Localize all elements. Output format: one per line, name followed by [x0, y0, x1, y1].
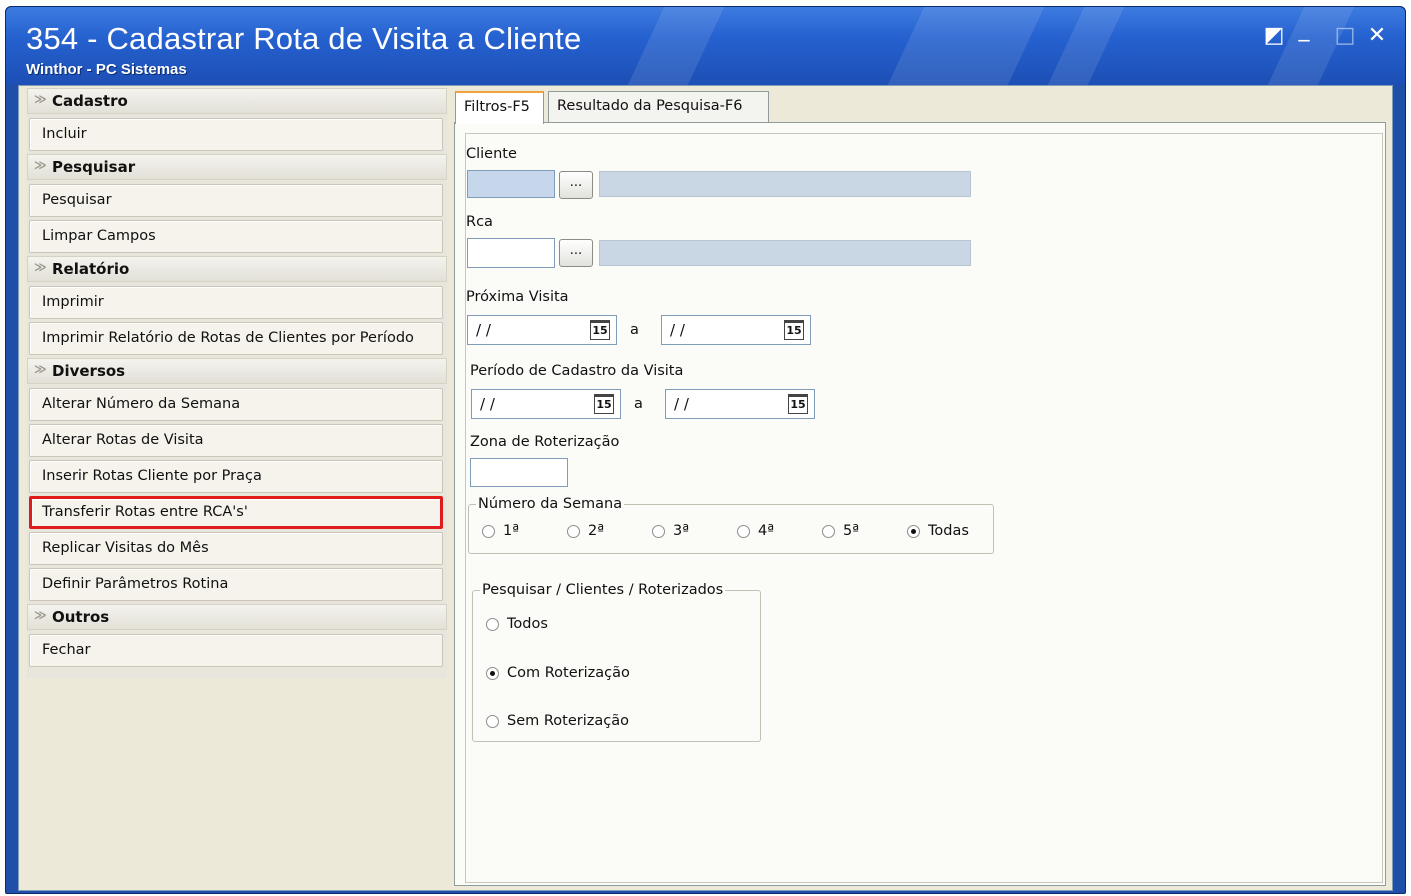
- group-header-outros[interactable]: ≫ Outros: [27, 604, 447, 630]
- radio-icon: [567, 524, 580, 538]
- chevron-up-icon: ≫: [34, 362, 47, 376]
- pesquisar-option-com-roterizacao[interactable]: Com Roterização: [486, 665, 630, 681]
- radio-checked-icon: [907, 524, 920, 538]
- group-header-cadastro[interactable]: ≫ Cadastro: [27, 88, 447, 114]
- chevron-up-icon: ≫: [34, 608, 47, 622]
- calendar-icon[interactable]: 15: [594, 394, 614, 414]
- app-window: 354 - Cadastrar Rota de Visita a Cliente…: [5, 6, 1406, 894]
- periodo-cadastro-label: Período de Cadastro da Visita: [470, 363, 684, 379]
- semana-option-todas[interactable]: Todas: [907, 523, 969, 539]
- semana-option-4[interactable]: 4ª: [737, 523, 774, 539]
- radio-checked-icon: [486, 666, 499, 680]
- periodo-cadastro-from-input[interactable]: / / 15: [471, 389, 621, 419]
- sidebar-item-imprimir-relatorio[interactable]: Imprimir Relatório de Rotas de Clientes …: [29, 322, 443, 355]
- maximize-icon[interactable]: □: [1332, 23, 1358, 49]
- rca-label: Rca: [466, 214, 493, 230]
- tab-filtros[interactable]: Filtros-F5: [455, 91, 544, 124]
- calendar-icon[interactable]: 15: [784, 320, 804, 340]
- tab-resultado-pesquisa[interactable]: Resultado da Pesquisa-F6: [548, 91, 769, 122]
- rca-name-field: [599, 240, 971, 266]
- semana-option-3[interactable]: 3ª: [652, 523, 689, 539]
- chevron-up-icon: ≫: [34, 260, 47, 274]
- radio-icon: [737, 524, 750, 538]
- window-subtitle: Winthor - PC Sistemas: [26, 61, 187, 78]
- filters-content: Cliente ... Rca ... Próxima Visita / / 1…: [465, 133, 1383, 883]
- group-header-pesquisar[interactable]: ≫ Pesquisar: [27, 154, 447, 180]
- sidebar-item-incluir[interactable]: Incluir: [29, 118, 443, 151]
- zona-input[interactable]: [470, 458, 568, 487]
- chevron-up-icon: ≫: [34, 158, 47, 172]
- sidebar-item-definir-parametros[interactable]: Definir Parâmetros Rotina: [29, 568, 443, 601]
- periodo-cadastro-to-input[interactable]: / / 15: [665, 389, 815, 419]
- sidebar: ≫ Cadastro Incluir ≫ Pesquisar Pesquisar…: [27, 88, 447, 678]
- periodo-cadastro-sep: a: [634, 396, 643, 412]
- rca-code-input[interactable]: [467, 238, 555, 268]
- group-header-diversos[interactable]: ≫ Diversos: [27, 358, 447, 384]
- proxima-visita-label: Próxima Visita: [466, 289, 569, 305]
- sidebar-item-imprimir[interactable]: Imprimir: [29, 286, 443, 319]
- sidebar-item-alterar-rotas-visita[interactable]: Alterar Rotas de Visita: [29, 424, 443, 457]
- window-title: 354 - Cadastrar Rota de Visita a Cliente: [26, 21, 582, 56]
- cliente-name-field: [599, 171, 971, 197]
- chevron-up-icon: ≫: [34, 92, 47, 106]
- proxima-visita-from-input[interactable]: / / 15: [467, 315, 617, 345]
- minimize-icon[interactable]: _: [1291, 17, 1317, 43]
- radio-icon: [486, 714, 499, 728]
- radio-icon: [822, 524, 835, 538]
- radio-icon: [482, 524, 495, 538]
- zona-label: Zona de Roterização: [470, 434, 620, 450]
- semana-option-1[interactable]: 1ª: [482, 523, 519, 539]
- sidebar-item-pesquisar[interactable]: Pesquisar: [29, 184, 443, 217]
- numero-semana-legend: Número da Semana: [476, 496, 625, 512]
- calendar-icon[interactable]: 15: [590, 320, 610, 340]
- cliente-lookup-button[interactable]: ...: [559, 171, 593, 199]
- radio-icon: [652, 524, 665, 538]
- sidebar-item-alterar-numero-semana[interactable]: Alterar Número da Semana: [29, 388, 443, 421]
- client-area: ≫ Cadastro Incluir ≫ Pesquisar Pesquisar…: [18, 85, 1393, 891]
- pesquisar-option-todos[interactable]: Todos: [486, 616, 548, 632]
- title-bar[interactable]: 354 - Cadastrar Rota de Visita a Cliente…: [6, 7, 1405, 85]
- pesquisar-option-sem-roterizacao[interactable]: Sem Roterização: [486, 713, 629, 729]
- semana-option-2[interactable]: 2ª: [567, 523, 604, 539]
- close-icon[interactable]: ✕: [1364, 23, 1390, 49]
- radio-icon: [486, 617, 499, 631]
- pesquisar-clientes-legend: Pesquisar / Clientes / Roterizados: [480, 582, 726, 598]
- sidebar-item-transferir-rotas[interactable]: Transferir Rotas entre RCA's': [29, 496, 443, 529]
- sidebar-item-inserir-rotas-praca[interactable]: Inserir Rotas Cliente por Praça: [29, 460, 443, 493]
- sidebar-item-replicar-visitas[interactable]: Replicar Visitas do Mês: [29, 532, 443, 565]
- cliente-label: Cliente: [466, 146, 517, 162]
- semana-option-5[interactable]: 5ª: [822, 523, 859, 539]
- sidebar-item-limpar-campos[interactable]: Limpar Campos: [29, 220, 443, 253]
- group-header-relatorio[interactable]: ≫ Relatório: [27, 256, 447, 282]
- sidebar-item-fechar[interactable]: Fechar: [29, 634, 443, 667]
- calendar-icon[interactable]: 15: [788, 394, 808, 414]
- rca-lookup-button[interactable]: ...: [559, 239, 593, 267]
- proxima-visita-to-input[interactable]: / / 15: [661, 315, 811, 345]
- filters-panel: Cliente ... Rca ... Próxima Visita / / 1…: [454, 122, 1386, 886]
- cliente-code-input[interactable]: [467, 170, 555, 198]
- restore-icon[interactable]: ◩: [1261, 23, 1287, 49]
- proxima-visita-sep: a: [630, 322, 639, 338]
